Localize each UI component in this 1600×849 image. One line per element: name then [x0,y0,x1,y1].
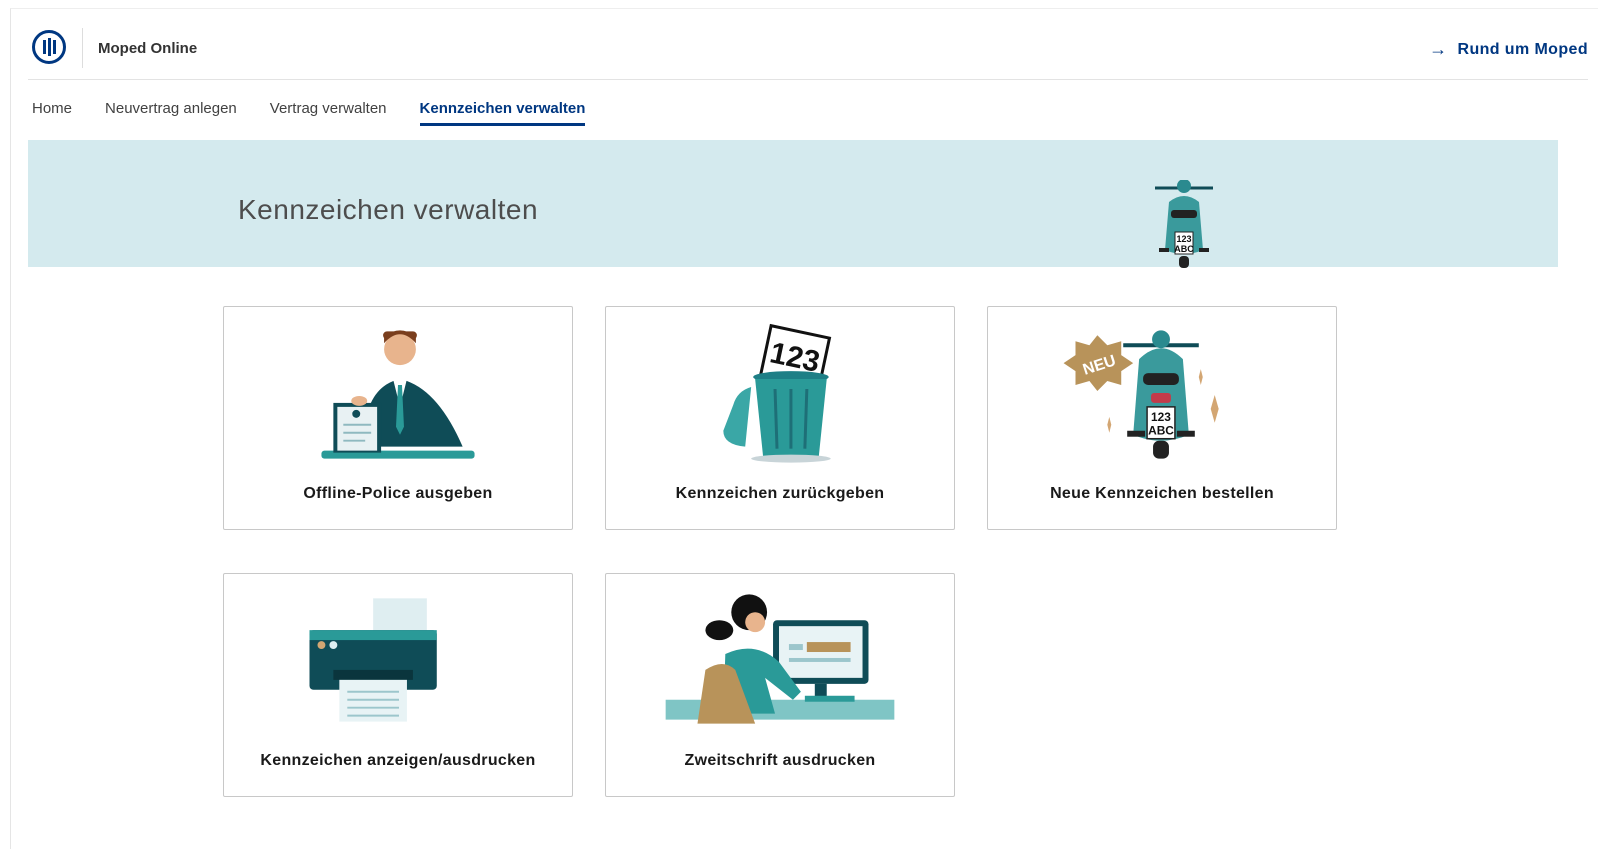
woman-at-computer-icon [665,594,895,724]
rund-um-moped-link[interactable]: → Rund um Moped [1429,39,1588,60]
card-kennzeichen-zurueckgeben[interactable]: 123 Kennzeichen zurückgeben [605,306,955,530]
card-label: Neue Kennzeichen bestellen [1050,485,1274,502]
card-label: Kennzeichen anzeigen/ausdrucken [260,752,536,769]
arrow-right-icon: → [1429,39,1448,59]
moped-plate-line1: 123 [1151,410,1171,424]
card-label: Kennzeichen zurückgeben [675,485,885,502]
app-title: Moped Online [98,40,198,57]
tab-neuvertrag-anlegen[interactable]: Neuvertrag anlegen [105,100,237,126]
app-header: Moped Online → Rund um Moped [28,20,1588,80]
card-label: Zweitschrift ausdrucken [684,752,876,769]
moped-plate-line2: ABC [1148,424,1174,438]
card-zweitschrift-ausdrucken[interactable]: Zweitschrift ausdrucken [605,573,955,797]
card-offline-police[interactable]: Offline-Police ausgeben [223,306,573,530]
header-divider [82,28,83,68]
tab-vertrag-verwalten[interactable]: Vertrag verwalten [270,100,387,126]
new-moped-icon: NEU 123 ABC [1063,330,1219,459]
card-kennzeichen-anzeigen-ausdrucken[interactable]: Kennzeichen anzeigen/ausdrucken [223,573,573,797]
page-title: Kennzeichen verwalten [238,194,539,225]
tab-kennzeichen-verwalten[interactable]: Kennzeichen verwalten [419,100,586,126]
page-banner: Kennzeichen verwalten 123 ABC [28,140,1558,268]
rund-um-moped-label: Rund um Moped [1457,40,1588,58]
card-neue-kennzeichen-bestellen[interactable]: NEU 123 ABC Neue Kennzeichen bestellen [987,306,1337,530]
card-label: Offline-Police ausgeben [303,485,493,502]
trash-can-plate-icon: 123 [723,323,832,463]
allianz-logo-icon[interactable] [32,30,66,64]
agent-at-desk-icon [321,330,475,459]
tab-home[interactable]: Home [32,100,72,126]
moped-icon: 123 ABC [1155,180,1213,268]
banner-plate-line2: ABC [1174,244,1194,254]
printer-icon [309,598,437,722]
main-nav: Home Neuvertrag anlegen Vertrag verwalte… [32,100,586,126]
banner-plate-line1: 123 [1176,234,1191,244]
